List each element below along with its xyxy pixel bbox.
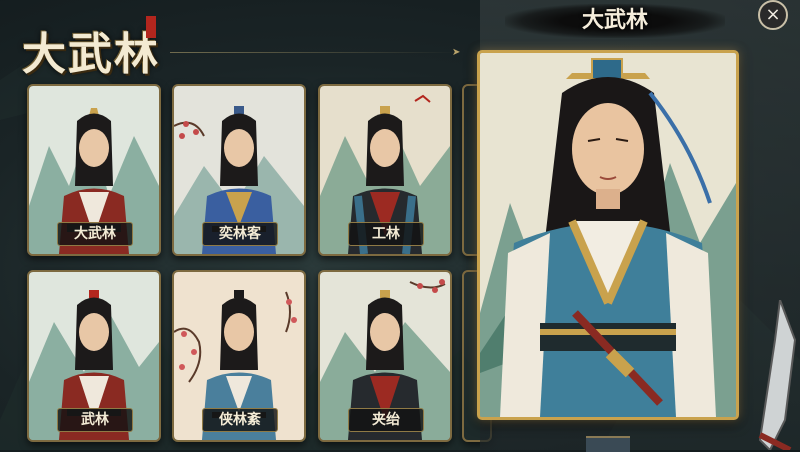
character-name-label: 侠林紊	[202, 408, 278, 432]
character-name-label: 夹绐	[348, 408, 424, 432]
selected-character-portrait	[477, 50, 739, 420]
character-card[interactable]: 工林	[318, 84, 452, 256]
character-card[interactable]: 奕林客	[172, 84, 306, 256]
character-card[interactable]: 大武林	[27, 84, 161, 256]
divider-arrow-icon: ➤	[452, 47, 461, 58]
hero-illustration	[480, 53, 736, 417]
game-title: 大武林	[22, 29, 160, 80]
character-name-label: 工林	[348, 222, 424, 246]
sword-icon	[758, 300, 797, 450]
character-name-label: 武林	[57, 408, 133, 432]
close-button[interactable]: ×	[758, 0, 788, 30]
character-card[interactable]: 侠林紊	[172, 270, 306, 442]
character-name-label: 大武林	[57, 222, 133, 246]
character-card[interactable]: 武林	[27, 270, 161, 442]
detail-title: 大武林	[581, 7, 648, 33]
seal-stamp	[146, 16, 156, 38]
character-name-label: 奕林客	[202, 222, 278, 246]
title-divider	[170, 52, 460, 53]
character-card[interactable]: 夹绐	[318, 270, 452, 442]
